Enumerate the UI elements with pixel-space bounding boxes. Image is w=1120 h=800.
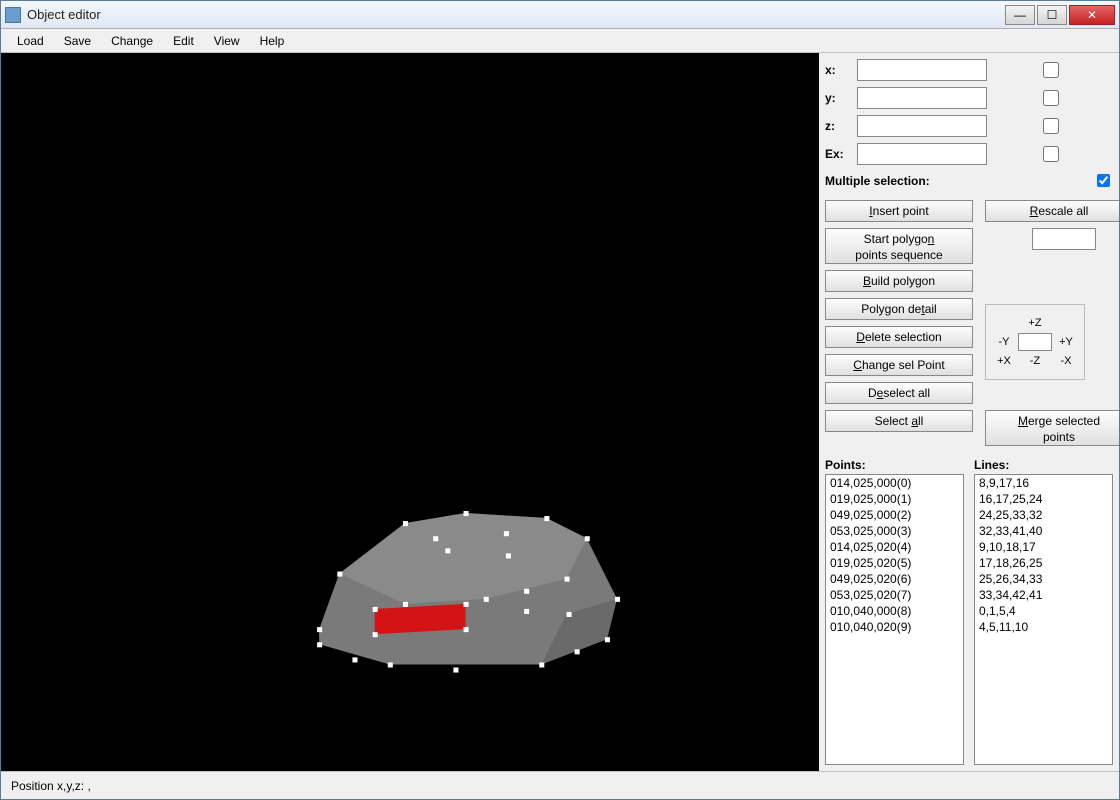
list-item[interactable]: 019,025,000(1) [826, 491, 963, 507]
list-item[interactable]: 16,17,25,24 [975, 491, 1112, 507]
menu-edit[interactable]: Edit [163, 31, 204, 51]
menu-help[interactable]: Help [250, 31, 295, 51]
maximize-button[interactable]: ☐ [1037, 5, 1067, 25]
list-item[interactable]: 25,26,34,33 [975, 571, 1112, 587]
lines-listbox[interactable]: 8,9,17,1616,17,25,2424,25,33,3232,33,41,… [974, 474, 1113, 765]
lines-header: Lines: [974, 458, 1113, 472]
ex-field[interactable] [857, 143, 987, 165]
window-title: Object editor [27, 7, 1005, 22]
minimize-button[interactable]: — [1005, 5, 1035, 25]
x-label: x: [825, 63, 851, 77]
app-icon [5, 7, 21, 23]
nav-minus-z[interactable]: -Z [1025, 355, 1045, 367]
menu-change[interactable]: Change [101, 31, 163, 51]
list-item[interactable]: 010,040,020(9) [826, 619, 963, 635]
ex-checkbox[interactable] [1043, 146, 1059, 162]
maximize-icon: ☐ [1047, 9, 1058, 21]
side-panel: x: y: z: Ex: Multiple selection: [819, 53, 1119, 771]
points-listbox[interactable]: 014,025,000(0)019,025,000(1)049,025,000(… [825, 474, 964, 765]
list-item[interactable]: 4,5,11,10 [975, 619, 1112, 635]
menu-view[interactable]: View [204, 31, 250, 51]
list-item[interactable]: 32,33,41,40 [975, 523, 1112, 539]
list-item[interactable]: 053,025,020(7) [826, 587, 963, 603]
menubar: Load Save Change Edit View Help [1, 29, 1119, 53]
points-header: Points: [825, 458, 964, 472]
deselect-all-button[interactable]: Deselect all [825, 382, 973, 404]
list-item[interactable]: 014,025,000(0) [826, 475, 963, 491]
nav-step-field[interactable] [1018, 333, 1052, 351]
ex-label: Ex: [825, 147, 851, 161]
merge-selected-points-button[interactable]: Merge selected points [985, 410, 1119, 446]
nav-pad: +Z -Y +Y +X -Z -X [985, 304, 1085, 380]
x-field[interactable] [857, 59, 987, 81]
multiple-selection-checkbox[interactable] [1097, 174, 1110, 187]
x-checkbox[interactable] [1043, 62, 1059, 78]
object-render [1, 53, 819, 771]
build-polygon-button[interactable]: Build polygon [825, 270, 973, 292]
y-checkbox[interactable] [1043, 90, 1059, 106]
nav-minus-y[interactable]: -Y [994, 336, 1014, 348]
list-item[interactable]: 24,25,33,32 [975, 507, 1112, 523]
list-item[interactable]: 019,025,020(5) [826, 555, 963, 571]
rescale-value-field[interactable] [1032, 228, 1096, 250]
list-item[interactable]: 33,34,42,41 [975, 587, 1112, 603]
rescale-all-button[interactable]: Rescale all [985, 200, 1119, 222]
menu-load[interactable]: Load [7, 31, 54, 51]
close-button[interactable]: ✕ [1069, 5, 1115, 25]
list-item[interactable]: 17,18,26,25 [975, 555, 1112, 571]
titlebar: Object editor — ☐ ✕ [1, 1, 1119, 29]
z-field[interactable] [857, 115, 987, 137]
nav-plus-z[interactable]: +Z [1025, 317, 1045, 329]
list-item[interactable]: 010,040,000(8) [826, 603, 963, 619]
close-icon: ✕ [1087, 9, 1097, 21]
polygon-detail-button[interactable]: Polygon detail [825, 298, 973, 320]
select-all-button[interactable]: Select all [825, 410, 973, 432]
y-field[interactable] [857, 87, 987, 109]
list-item[interactable]: 014,025,020(4) [826, 539, 963, 555]
list-item[interactable]: 053,025,000(3) [826, 523, 963, 539]
nav-plus-x[interactable]: +X [994, 355, 1014, 367]
z-label: z: [825, 119, 851, 133]
list-item[interactable]: 0,1,5,4 [975, 603, 1112, 619]
start-polygon-sequence-button[interactable]: Start polygon points sequence [825, 228, 973, 264]
list-item[interactable]: 8,9,17,16 [975, 475, 1112, 491]
list-item[interactable]: 049,025,000(2) [826, 507, 963, 523]
menu-save[interactable]: Save [54, 31, 101, 51]
statusbar: Position x,y,z: , [1, 771, 1119, 799]
nav-minus-x[interactable]: -X [1056, 355, 1076, 367]
list-item[interactable]: 9,10,18,17 [975, 539, 1112, 555]
viewport-3d[interactable] [1, 53, 819, 771]
status-position-label: Position x,y,z: , [11, 779, 91, 793]
nav-plus-y[interactable]: +Y [1056, 336, 1076, 348]
z-checkbox[interactable] [1043, 118, 1059, 134]
minimize-icon: — [1014, 9, 1026, 21]
insert-point-button[interactable]: IInsert pointnsert point [825, 200, 973, 222]
multiple-selection-label: Multiple selection: [825, 174, 1093, 188]
list-item[interactable]: 049,025,020(6) [826, 571, 963, 587]
change-sel-point-button[interactable]: Change sel Point [825, 354, 973, 376]
delete-selection-button[interactable]: Delete selection [825, 326, 973, 348]
y-label: y: [825, 91, 851, 105]
